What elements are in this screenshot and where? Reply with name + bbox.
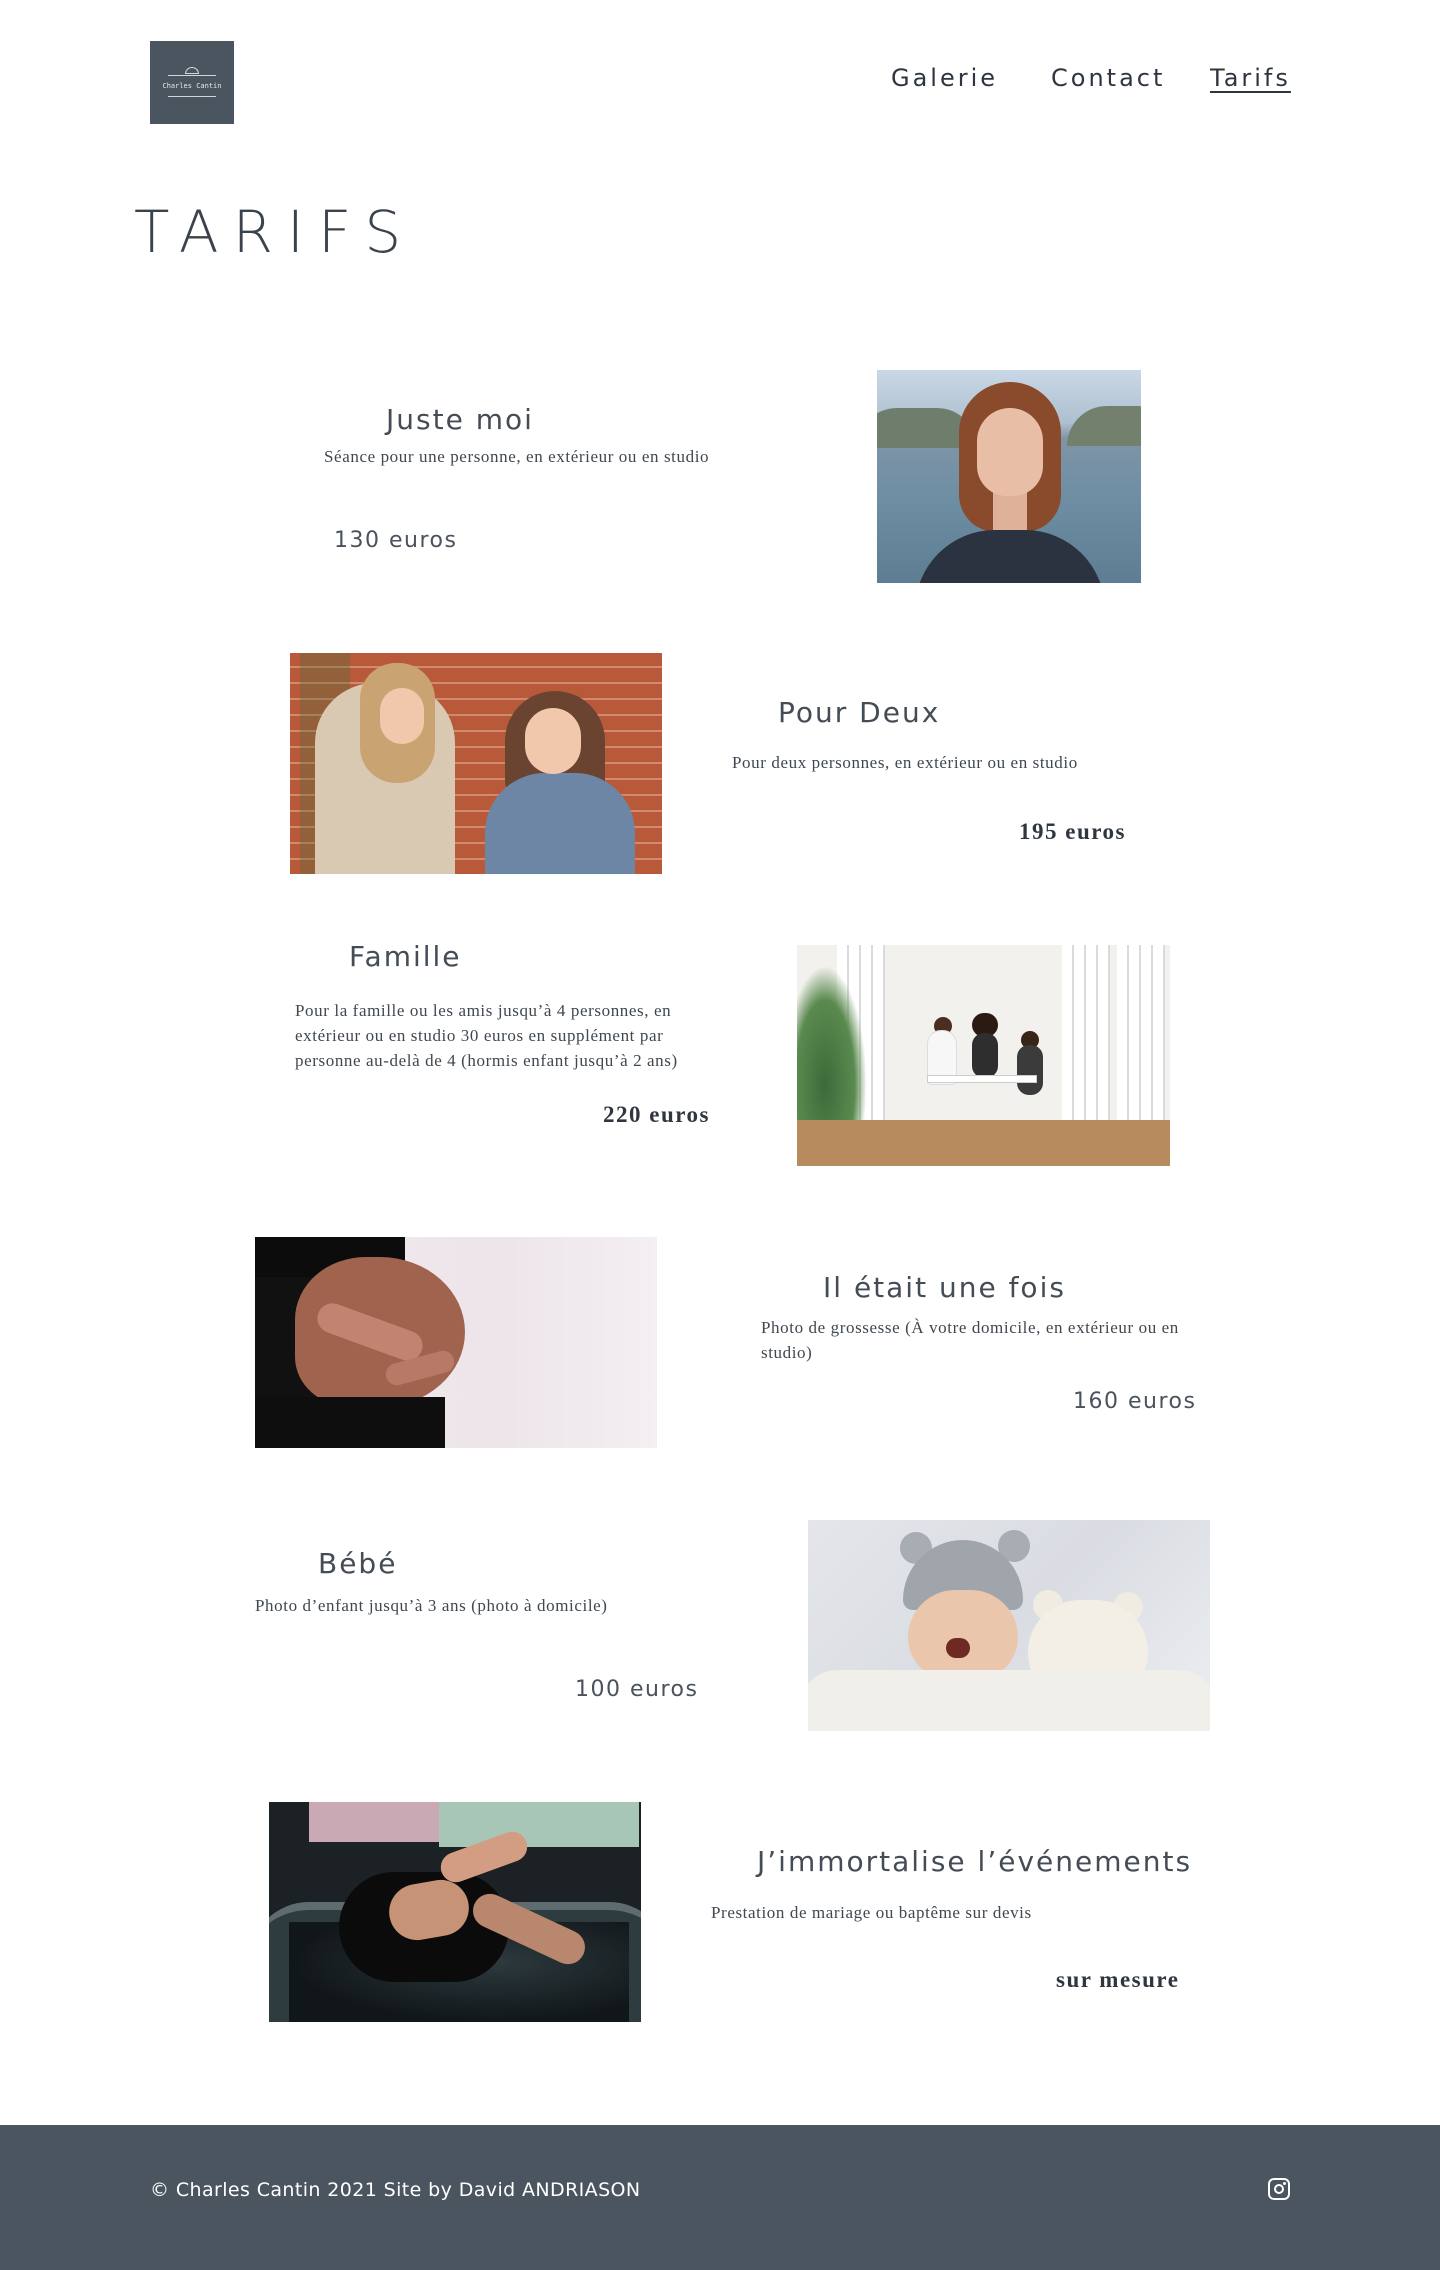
offer-price: 160 euros [1073, 1389, 1197, 1414]
site-logo[interactable]: Charles Cantin [150, 41, 234, 124]
offer-price: sur mesure [1056, 1967, 1180, 1992]
two-friends-photo [290, 653, 662, 874]
offer-description: Séance pour une personne, en extérieur o… [324, 447, 710, 466]
footer-copyright: © Charles Cantin 2021 Site by David ANDR… [150, 2179, 641, 2201]
offer-title: J’immortalise l’événements [757, 1845, 1193, 1878]
baptism-photo [269, 1802, 641, 2022]
logo-divider [168, 75, 216, 76]
offer-description: Photo de grossesse (À votre domicile, en… [761, 1318, 1179, 1362]
offer-description: Pour deux personnes, en extérieur ou en … [732, 753, 1078, 772]
offer-price: 100 euros [575, 1677, 699, 1702]
offer-price: 130 euros [334, 528, 458, 553]
logo-text: Charles Cantin [162, 82, 222, 90]
offer-title: Pour Deux [778, 696, 941, 729]
offer-price: 195 euros [1019, 819, 1126, 844]
offer-title: Bébé [318, 1547, 398, 1580]
offer-title: Juste moi [386, 403, 534, 436]
family-photo [797, 945, 1170, 1166]
offer-description: Pour la famille ou les amis jusqu’à 4 pe… [295, 1001, 678, 1070]
offer-description: Prestation de mariage ou baptême sur dev… [711, 1903, 1032, 1922]
nav-link-tarifs[interactable]: Tarifs [1210, 64, 1291, 92]
site-footer: © Charles Cantin 2021 Site by David ANDR… [0, 2125, 1440, 2270]
portrait-photo [877, 370, 1141, 583]
baby-photo [808, 1520, 1210, 1731]
camera-emblem-icon [185, 67, 199, 74]
nav-link-galerie[interactable]: Galerie [891, 64, 998, 92]
offer-title: Famille [349, 940, 462, 973]
pregnancy-photo [255, 1237, 657, 1448]
offer-price: 220 euros [603, 1102, 710, 1127]
instagram-icon[interactable] [1268, 2178, 1290, 2200]
offer-description: Photo d’enfant jusqu’à 3 ans (photo à do… [255, 1596, 608, 1615]
nav-link-contact[interactable]: Contact [1051, 64, 1165, 92]
logo-divider [168, 96, 216, 97]
page-title: TARIFS [134, 198, 416, 266]
offer-title: Il était une fois [823, 1271, 1066, 1304]
